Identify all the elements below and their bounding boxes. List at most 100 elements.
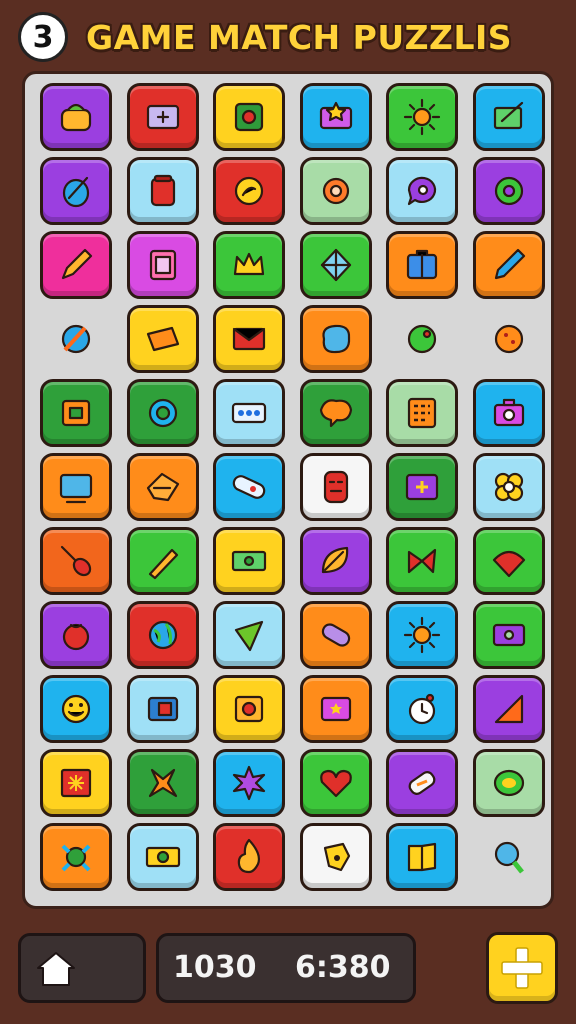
star-card-icon	[319, 101, 352, 130]
gear-icon	[322, 177, 349, 205]
clip-icon	[321, 623, 350, 647]
pen-ball-icon	[61, 324, 91, 354]
tile[interactable]	[299, 157, 372, 225]
tile[interactable]	[40, 379, 112, 447]
tile[interactable]	[386, 305, 458, 373]
tile[interactable]	[386, 527, 458, 595]
cash-icon	[145, 846, 180, 868]
tile[interactable]	[386, 749, 458, 817]
tile[interactable]	[40, 675, 112, 743]
tile[interactable]	[213, 83, 285, 151]
banknote-icon	[231, 550, 267, 572]
box-icon	[61, 399, 91, 427]
plus-box-icon	[405, 473, 439, 501]
tile[interactable]	[126, 231, 199, 299]
tile[interactable]	[472, 601, 545, 669]
tile[interactable]	[213, 453, 285, 521]
score-value: 1030	[173, 950, 257, 985]
tile[interactable]	[472, 379, 545, 447]
tile[interactable]	[386, 601, 458, 669]
tile[interactable]	[213, 305, 285, 373]
tile[interactable]	[299, 83, 372, 151]
tile[interactable]	[40, 231, 112, 299]
tile[interactable]	[386, 83, 458, 151]
tile[interactable]	[126, 601, 199, 669]
tile[interactable]	[386, 157, 458, 225]
tile[interactable]	[386, 823, 458, 891]
tile[interactable]	[299, 601, 372, 669]
apple-box-icon	[234, 695, 264, 723]
sparkle-box-icon	[60, 768, 92, 798]
tile[interactable]	[472, 157, 545, 225]
clock-icon	[408, 693, 436, 725]
tile[interactable]	[126, 305, 199, 373]
balloon-icon	[494, 841, 524, 874]
tile[interactable]	[299, 675, 372, 743]
tile[interactable]	[299, 453, 372, 521]
tile[interactable]	[213, 675, 285, 743]
tile[interactable]	[472, 453, 545, 521]
tile[interactable]	[473, 823, 545, 891]
tile[interactable]	[299, 379, 372, 447]
tile[interactable]	[213, 379, 285, 447]
tile[interactable]	[126, 527, 199, 595]
capsule-icon	[232, 475, 266, 499]
tile[interactable]	[40, 305, 112, 373]
brush-egg-icon	[62, 176, 90, 208]
tile[interactable]	[40, 749, 112, 817]
tile[interactable]	[299, 823, 372, 891]
green-ball-icon	[407, 324, 437, 354]
tile[interactable]	[126, 749, 199, 817]
tile[interactable]	[126, 83, 199, 151]
tile[interactable]	[299, 231, 372, 299]
tile[interactable]	[213, 157, 285, 225]
globe-icon	[148, 620, 177, 650]
donut-icon	[494, 176, 523, 206]
button-icon	[234, 102, 264, 132]
tile[interactable]	[472, 83, 545, 151]
tile[interactable]	[126, 157, 199, 225]
tile[interactable]	[299, 305, 372, 373]
tile[interactable]	[40, 527, 112, 595]
tile[interactable]	[213, 231, 285, 299]
tile[interactable]	[40, 601, 112, 669]
tile[interactable]	[386, 231, 458, 299]
tile[interactable]	[386, 453, 458, 521]
tile[interactable]	[126, 823, 199, 891]
tile[interactable]	[213, 527, 285, 595]
cookie-icon	[234, 176, 264, 206]
tomato-icon	[62, 623, 90, 651]
whistle-icon	[323, 842, 350, 872]
tile[interactable]	[472, 675, 545, 743]
tile[interactable]	[299, 749, 372, 817]
orange-ball-icon	[494, 324, 523, 354]
stats-panel: 1030 6:380	[156, 933, 416, 1003]
tile[interactable]	[213, 749, 285, 817]
radio-icon	[231, 402, 267, 424]
tile[interactable]	[472, 527, 545, 595]
tile[interactable]	[40, 83, 112, 151]
tile[interactable]	[299, 527, 372, 595]
tile[interactable]	[473, 305, 545, 373]
flower-star-icon	[232, 765, 266, 801]
tile[interactable]	[213, 823, 285, 891]
tile[interactable]	[386, 379, 458, 447]
level-badge: 3	[18, 12, 68, 62]
add-button[interactable]	[486, 932, 558, 1004]
tile[interactable]	[40, 823, 112, 891]
flame-icon	[237, 838, 261, 874]
home-button[interactable]	[18, 933, 146, 1003]
tile[interactable]	[386, 675, 458, 743]
tile[interactable]	[472, 231, 545, 299]
tile[interactable]	[126, 453, 199, 521]
gem-icon	[320, 248, 351, 282]
tile[interactable]	[40, 453, 112, 521]
tile[interactable]	[213, 601, 285, 669]
tile[interactable]	[40, 157, 112, 225]
tile[interactable]	[472, 749, 545, 817]
tile[interactable]	[126, 675, 199, 743]
tile[interactable]	[126, 379, 199, 447]
home-icon	[37, 952, 75, 986]
fish-icon	[146, 472, 179, 502]
envelope-icon	[232, 327, 266, 351]
